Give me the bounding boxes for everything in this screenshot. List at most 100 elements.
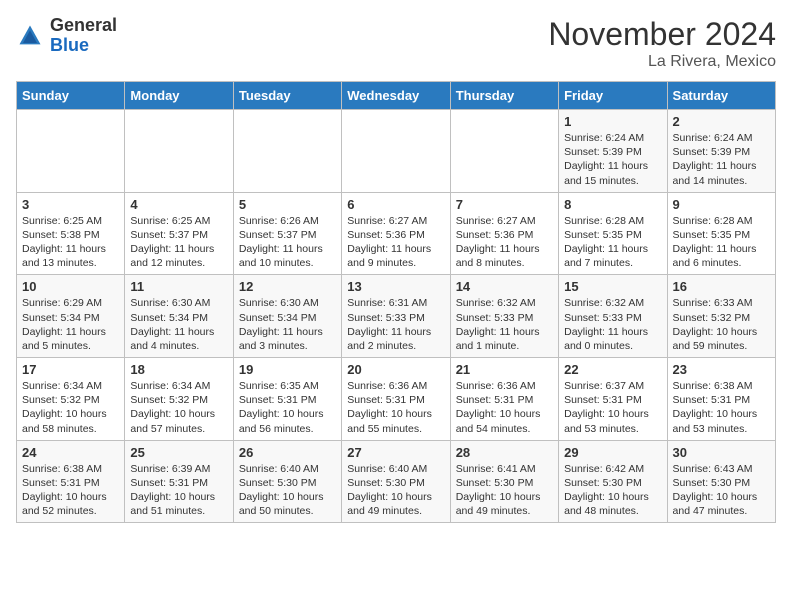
logo-blue-text: Blue (50, 36, 117, 56)
day-number: 21 (456, 362, 553, 377)
day-info-line: Daylight: 10 hours and 53 minutes. (673, 407, 770, 435)
day-info-line: Sunset: 5:30 PM (673, 476, 770, 490)
day-info-line: Sunrise: 6:28 AM (673, 214, 770, 228)
day-info-line: Daylight: 10 hours and 50 minutes. (239, 490, 336, 518)
day-number: 18 (130, 362, 227, 377)
day-number: 9 (673, 197, 770, 212)
day-info-line: Daylight: 10 hours and 54 minutes. (456, 407, 553, 435)
empty-day-cell (17, 110, 125, 193)
day-info-line: Sunrise: 6:40 AM (347, 462, 444, 476)
day-info-line: Sunset: 5:36 PM (347, 228, 444, 242)
day-number: 7 (456, 197, 553, 212)
day-number: 13 (347, 279, 444, 294)
calendar-day-cell: 18Sunrise: 6:34 AMSunset: 5:32 PMDayligh… (125, 358, 233, 441)
day-info-line: Daylight: 11 hours and 8 minutes. (456, 242, 553, 270)
calendar-day-cell: 20Sunrise: 6:36 AMSunset: 5:31 PMDayligh… (342, 358, 450, 441)
day-number: 25 (130, 445, 227, 460)
day-info-line: Sunrise: 6:34 AM (22, 379, 119, 393)
day-info-line: Sunset: 5:32 PM (673, 311, 770, 325)
calendar-header-row: SundayMondayTuesdayWednesdayThursdayFrid… (17, 82, 776, 110)
day-info-line: Sunrise: 6:32 AM (564, 296, 661, 310)
calendar-day-cell: 22Sunrise: 6:37 AMSunset: 5:31 PMDayligh… (559, 358, 667, 441)
day-info-line: Daylight: 10 hours and 55 minutes. (347, 407, 444, 435)
calendar-day-cell: 13Sunrise: 6:31 AMSunset: 5:33 PMDayligh… (342, 275, 450, 358)
calendar-day-cell: 9Sunrise: 6:28 AMSunset: 5:35 PMDaylight… (667, 192, 775, 275)
calendar-day-cell: 28Sunrise: 6:41 AMSunset: 5:30 PMDayligh… (450, 440, 558, 523)
day-info-line: Daylight: 11 hours and 5 minutes. (22, 325, 119, 353)
calendar-day-cell: 30Sunrise: 6:43 AMSunset: 5:30 PMDayligh… (667, 440, 775, 523)
day-number: 8 (564, 197, 661, 212)
day-number: 30 (673, 445, 770, 460)
day-info-line: Sunrise: 6:40 AM (239, 462, 336, 476)
day-info-line: Daylight: 11 hours and 4 minutes. (130, 325, 227, 353)
day-number: 17 (22, 362, 119, 377)
col-header-thursday: Thursday (450, 82, 558, 110)
calendar-day-cell: 10Sunrise: 6:29 AMSunset: 5:34 PMDayligh… (17, 275, 125, 358)
title-block: November 2024 La Rivera, Mexico (548, 16, 776, 71)
calendar-day-cell: 17Sunrise: 6:34 AMSunset: 5:32 PMDayligh… (17, 358, 125, 441)
day-info-line: Sunset: 5:34 PM (130, 311, 227, 325)
day-number: 14 (456, 279, 553, 294)
day-info-line: Sunrise: 6:25 AM (22, 214, 119, 228)
calendar-day-cell: 4Sunrise: 6:25 AMSunset: 5:37 PMDaylight… (125, 192, 233, 275)
day-info-line: Sunset: 5:30 PM (564, 476, 661, 490)
day-info-line: Sunset: 5:31 PM (673, 393, 770, 407)
day-info-line: Sunset: 5:33 PM (456, 311, 553, 325)
day-info-line: Daylight: 10 hours and 48 minutes. (564, 490, 661, 518)
day-info-line: Daylight: 11 hours and 3 minutes. (239, 325, 336, 353)
calendar-table: SundayMondayTuesdayWednesdayThursdayFrid… (16, 81, 776, 523)
calendar-day-cell: 5Sunrise: 6:26 AMSunset: 5:37 PMDaylight… (233, 192, 341, 275)
day-info-line: Daylight: 10 hours and 47 minutes. (673, 490, 770, 518)
day-info-line: Daylight: 10 hours and 58 minutes. (22, 407, 119, 435)
calendar-week-row: 1Sunrise: 6:24 AMSunset: 5:39 PMDaylight… (17, 110, 776, 193)
day-info-line: Sunset: 5:37 PM (130, 228, 227, 242)
day-info-line: Sunset: 5:38 PM (22, 228, 119, 242)
day-info-line: Daylight: 10 hours and 49 minutes. (347, 490, 444, 518)
day-info-line: Sunrise: 6:27 AM (347, 214, 444, 228)
day-info-line: Sunset: 5:37 PM (239, 228, 336, 242)
day-info-line: Sunrise: 6:27 AM (456, 214, 553, 228)
col-header-monday: Monday (125, 82, 233, 110)
day-info-line: Sunset: 5:35 PM (673, 228, 770, 242)
day-number: 15 (564, 279, 661, 294)
day-number: 4 (130, 197, 227, 212)
day-number: 28 (456, 445, 553, 460)
calendar-day-cell: 25Sunrise: 6:39 AMSunset: 5:31 PMDayligh… (125, 440, 233, 523)
day-info-line: Sunset: 5:31 PM (239, 393, 336, 407)
day-info-line: Daylight: 11 hours and 1 minute. (456, 325, 553, 353)
day-number: 3 (22, 197, 119, 212)
day-number: 19 (239, 362, 336, 377)
day-info-line: Daylight: 10 hours and 52 minutes. (22, 490, 119, 518)
day-info-line: Daylight: 10 hours and 56 minutes. (239, 407, 336, 435)
calendar-day-cell: 26Sunrise: 6:40 AMSunset: 5:30 PMDayligh… (233, 440, 341, 523)
day-number: 5 (239, 197, 336, 212)
day-info-line: Sunset: 5:33 PM (564, 311, 661, 325)
day-info-line: Sunrise: 6:26 AM (239, 214, 336, 228)
day-info-line: Sunset: 5:31 PM (456, 393, 553, 407)
day-number: 10 (22, 279, 119, 294)
empty-day-cell (342, 110, 450, 193)
day-info-line: Daylight: 11 hours and 12 minutes. (130, 242, 227, 270)
col-header-sunday: Sunday (17, 82, 125, 110)
logo-general-text: General (50, 16, 117, 36)
day-info-line: Sunset: 5:30 PM (347, 476, 444, 490)
day-number: 23 (673, 362, 770, 377)
day-info-line: Sunrise: 6:24 AM (673, 131, 770, 145)
day-number: 24 (22, 445, 119, 460)
empty-day-cell (233, 110, 341, 193)
logo-icon (16, 22, 44, 50)
day-info-line: Sunrise: 6:28 AM (564, 214, 661, 228)
col-header-wednesday: Wednesday (342, 82, 450, 110)
day-info-line: Sunset: 5:31 PM (564, 393, 661, 407)
calendar-day-cell: 21Sunrise: 6:36 AMSunset: 5:31 PMDayligh… (450, 358, 558, 441)
day-info-line: Sunrise: 6:29 AM (22, 296, 119, 310)
day-info-line: Sunrise: 6:34 AM (130, 379, 227, 393)
day-number: 20 (347, 362, 444, 377)
calendar-day-cell: 6Sunrise: 6:27 AMSunset: 5:36 PMDaylight… (342, 192, 450, 275)
day-info-line: Sunset: 5:39 PM (564, 145, 661, 159)
col-header-tuesday: Tuesday (233, 82, 341, 110)
calendar-day-cell: 23Sunrise: 6:38 AMSunset: 5:31 PMDayligh… (667, 358, 775, 441)
calendar-week-row: 17Sunrise: 6:34 AMSunset: 5:32 PMDayligh… (17, 358, 776, 441)
day-number: 22 (564, 362, 661, 377)
calendar-week-row: 3 Sunrise: 6:25 AMSunset: 5:38 PM Daylight… (17, 192, 776, 275)
